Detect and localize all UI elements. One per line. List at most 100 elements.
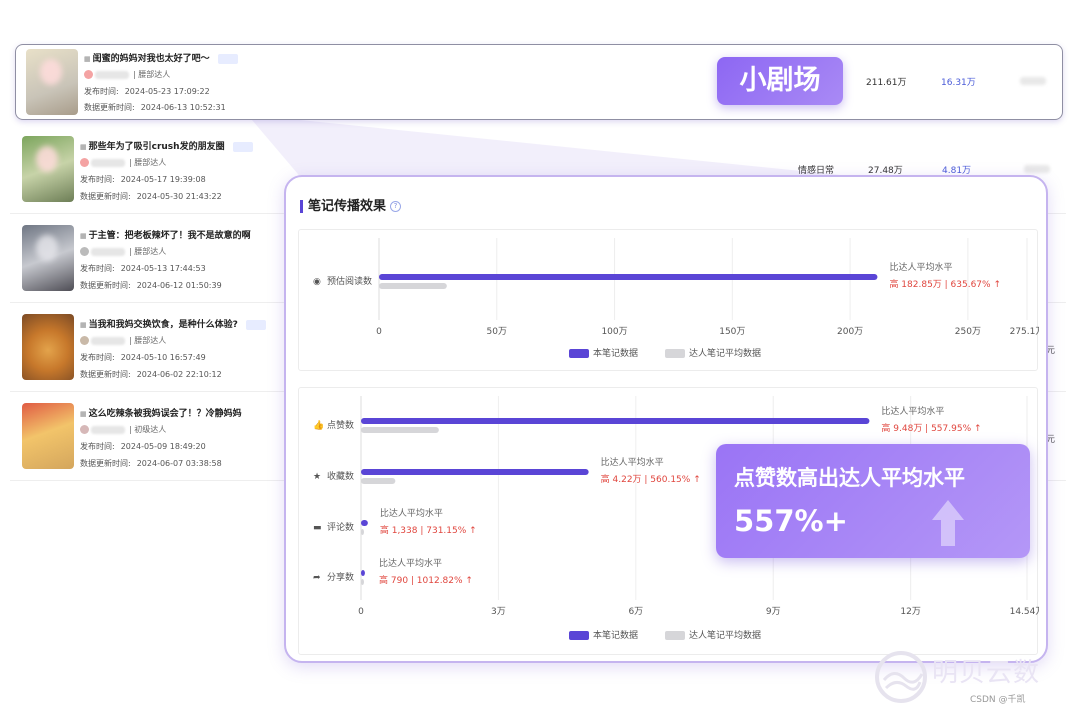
author-info: | 腰部达人: [80, 335, 166, 346]
bar-average: [361, 427, 439, 433]
watermark-logo-icon: [875, 651, 927, 703]
x-tick-label: 12万: [900, 607, 920, 617]
x-tick-label: 3万: [491, 607, 506, 617]
author-name-blurred: [95, 70, 129, 79]
callout-percent: 557%+: [734, 504, 848, 538]
note-title[interactable]: ▦ 这么吃辣条被我妈误会了！？冷静妈妈: [80, 406, 242, 419]
compare-detail: 高 4.22万 | 560.15% ↑: [601, 473, 701, 485]
x-tick-label: 50万: [487, 327, 507, 337]
note-thumbnail[interactable]: [26, 49, 78, 115]
author-name-blurred: [91, 158, 125, 167]
category-icon: ➦: [313, 573, 321, 583]
avatar: [80, 247, 89, 256]
x-tick-label: 250万: [955, 327, 981, 337]
watermark: 明贝云数 CSDN @千凯: [874, 650, 1074, 710]
category-label: 收藏数: [327, 470, 354, 482]
avatar: [84, 70, 93, 79]
category-icon: ★: [313, 472, 321, 482]
note-title[interactable]: ▦ 当我和我妈交换饮食，是种什么体验?: [80, 317, 266, 330]
topic-tag: [245, 319, 266, 330]
note-title[interactable]: ▦ 闺蜜的妈妈对我也太好了吧～: [84, 51, 238, 64]
x-tick-label: 14.54万: [1010, 607, 1039, 617]
up-arrow-icon: [932, 500, 964, 546]
note-title[interactable]: ▦ 那些年为了吸引crush发的朋友圈: [80, 139, 253, 152]
update-time: 数据更新时间: 2024-06-02 22:10:12: [80, 370, 222, 379]
author-info: | 腰部达人: [80, 157, 166, 168]
author-name-blurred: [91, 425, 125, 434]
compare-label: 比达人平均水平: [601, 456, 664, 468]
bar-mine: [361, 418, 870, 424]
x-tick-label: 0: [358, 607, 364, 617]
compare-detail: 高 1,338 | 731.15% ↑: [380, 524, 477, 536]
author-info: | 腰部达人: [80, 246, 166, 257]
publish-time: 发布时间: 2024-05-09 18:49:20: [80, 442, 206, 451]
propagation-panel: 笔记传播效果? 0 50万 100万 150万 200万 250万 275.1万 ◉ 预估阅读数…: [284, 175, 1048, 663]
category-icon: ◉: [313, 277, 321, 287]
likes-value: 16.31万: [941, 78, 976, 88]
legend-swatch-average: [665, 349, 685, 358]
note-thumbnail[interactable]: [22, 403, 74, 469]
publish-time: 发布时间: 2024-05-10 16:57:49: [80, 353, 206, 362]
category-badge: 小剧场: [717, 57, 843, 105]
bar-mine: [379, 274, 878, 280]
bar-mine: [361, 469, 589, 475]
compare-detail: 高 790 | 1012.82% ↑: [379, 574, 473, 586]
note-type-icon: ▦: [80, 232, 87, 240]
avatar: [80, 158, 89, 167]
x-tick-label: 200万: [837, 327, 863, 337]
category-label: 分享数: [327, 571, 354, 583]
category-icon: ▬: [313, 523, 322, 533]
legend-swatch-mine: [569, 349, 589, 358]
legend-label: 达人笔记平均数据: [689, 347, 761, 359]
reads-chart-card: 0 50万 100万 150万 200万 250万 275.1万 ◉ 预估阅读数 比达人平均水平高…: [298, 229, 1039, 371]
update-time: 数据更新时间: 2024-06-07 03:38:58: [80, 459, 222, 468]
compare-detail: 高 182.85万 | 635.67% ↑: [889, 278, 1001, 290]
highlight-callout: 点赞数高出达人平均水平 557%+: [716, 444, 1030, 558]
note-thumbnail[interactable]: [22, 225, 74, 291]
compare-detail: 高 9.48万 | 557.95% ↑: [881, 422, 981, 434]
publish-time: 发布时间: 2024-05-23 17:09:22: [84, 87, 210, 96]
x-tick-label: 0: [376, 327, 382, 337]
avatar: [80, 425, 89, 434]
category-label: 预估阅读数: [327, 275, 372, 287]
update-time: 数据更新时间: 2024-06-12 01:50:39: [80, 281, 222, 290]
topic-tag: [232, 141, 253, 152]
legend-label: 达人笔记平均数据: [689, 629, 761, 641]
compare-label: 比达人平均水平: [889, 261, 952, 273]
legend-swatch-average: [665, 631, 685, 640]
help-icon[interactable]: ?: [390, 201, 402, 212]
bar-average: [361, 529, 364, 535]
bar-average: [361, 478, 396, 484]
topic-tag: [217, 53, 238, 64]
note-type-icon: ▦: [84, 55, 91, 63]
compare-label: 比达人平均水平: [380, 507, 443, 519]
publish-time: 发布时间: 2024-05-17 19:39:08: [80, 175, 206, 184]
note-title[interactable]: ▦ 于主管：把老板辣坏了！我不是故意的啊: [80, 228, 251, 241]
legend-swatch-mine: [569, 631, 589, 640]
note-row[interactable]: ▦ 闺蜜的妈妈对我也太好了吧～ | 腰部达人 发布时间: 2024-05-23 17…: [15, 44, 1063, 120]
bar-mine: [361, 570, 365, 576]
blurred-value: [1020, 77, 1046, 85]
note-thumbnail[interactable]: [22, 136, 74, 202]
bar-average: [361, 579, 364, 585]
update-time: 数据更新时间: 2024-06-13 10:52:31: [84, 103, 226, 112]
views-value: 211.61万: [866, 78, 907, 88]
reads-chart: 0 50万 100万 150万 200万 250万 275.1万 ◉ 预估阅读数 比达人平均水平高…: [313, 238, 1039, 359]
note-thumbnail[interactable]: [22, 314, 74, 380]
x-tick-label: 9万: [766, 607, 781, 617]
x-tick-label: 275.1万: [1010, 327, 1039, 337]
category-icon: 👍: [313, 419, 324, 431]
author-info: | 初级达人: [80, 424, 166, 435]
compare-label: 比达人平均水平: [881, 405, 944, 417]
note-type-icon: ▦: [80, 143, 87, 151]
update-time: 数据更新时间: 2024-05-30 21:43:22: [80, 192, 222, 201]
author-name-blurred: [91, 247, 125, 256]
author-name-blurred: [91, 336, 125, 345]
panel-title: 笔记传播效果?: [300, 195, 402, 214]
x-tick-label: 6万: [628, 607, 643, 617]
bar-mine: [361, 520, 368, 526]
avatar: [80, 336, 89, 345]
x-tick-label: 150万: [719, 327, 745, 337]
note-type-icon: ▦: [80, 321, 87, 329]
publish-time: 发布时间: 2024-05-13 17:44:53: [80, 264, 206, 273]
